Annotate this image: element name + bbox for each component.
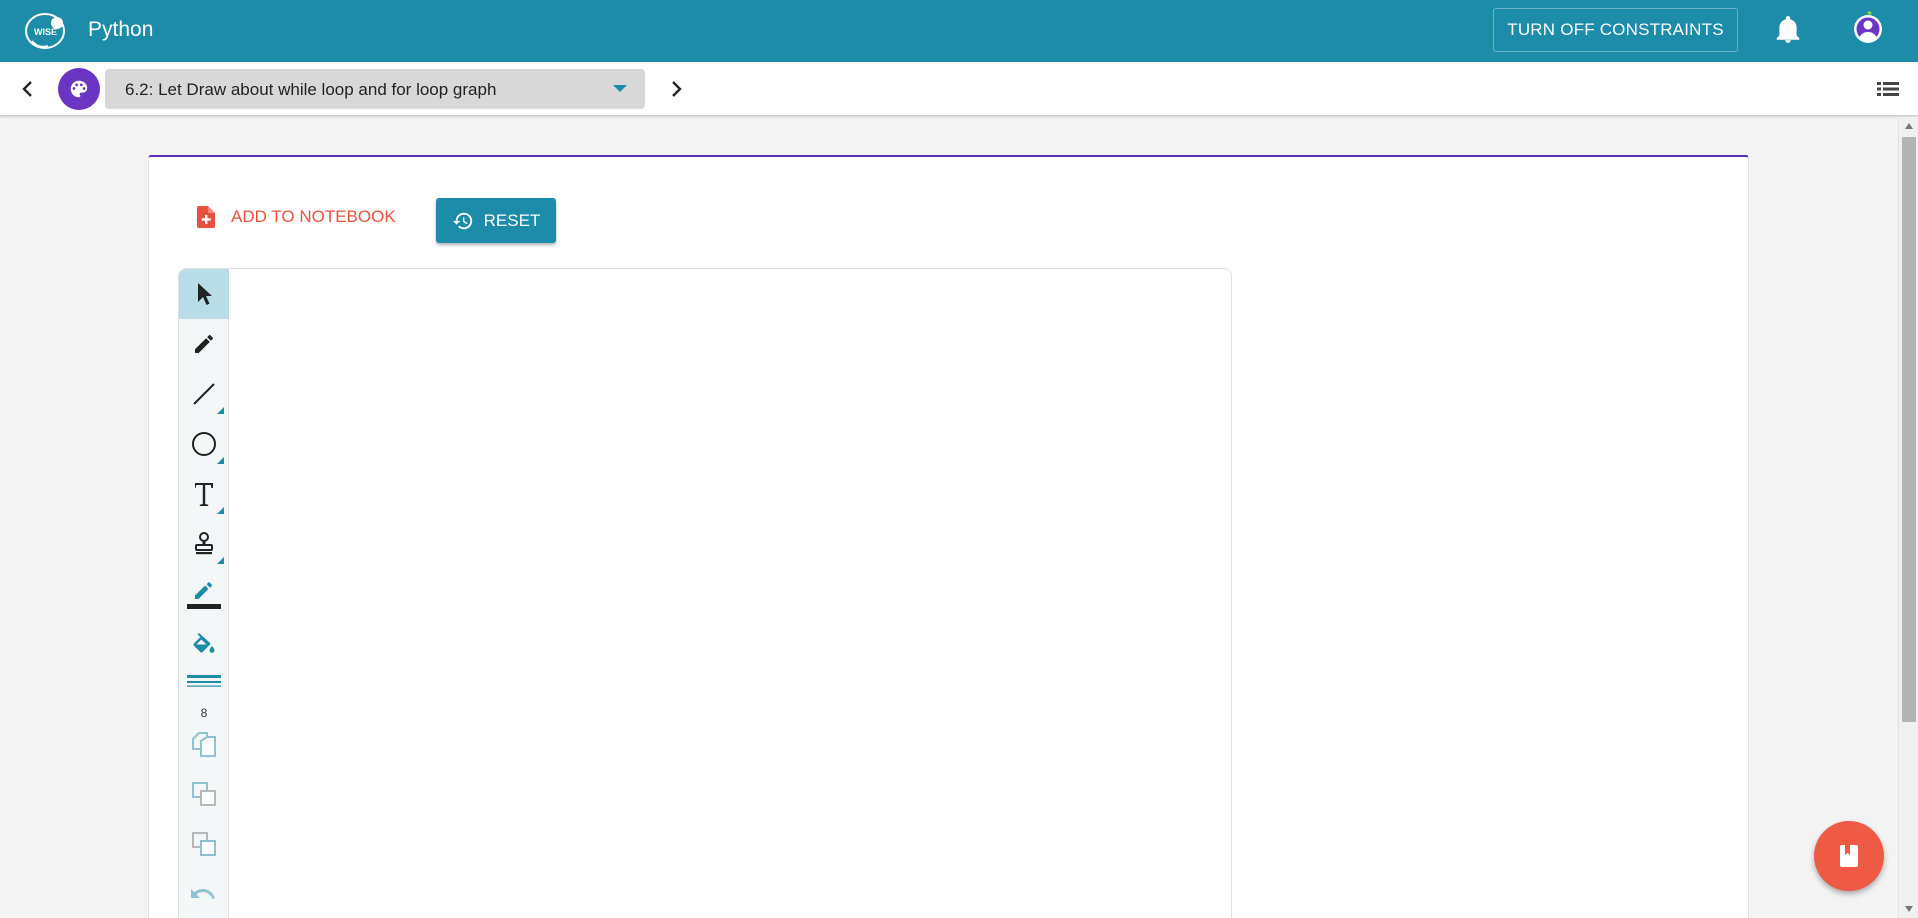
fill-color-tool[interactable] [179, 619, 229, 669]
draw-component-card: ADD TO NOTEBOOK RESET 8 [148, 155, 1749, 918]
bring-front-tool[interactable] [179, 819, 229, 869]
line-tool[interactable] [179, 369, 229, 419]
select-tool[interactable] [179, 269, 229, 319]
stroke-width-icon [187, 675, 221, 687]
text-icon [195, 483, 213, 506]
bring-to-front-icon [192, 832, 216, 856]
pencil-tool[interactable] [179, 319, 229, 369]
account-circle-icon[interactable] [1851, 10, 1885, 46]
step-select[interactable]: 6.2: Let Draw about while loop and for l… [105, 69, 645, 109]
turn-off-constraints-button[interactable]: TURN OFF CONSTRAINTS [1493, 8, 1738, 52]
line-icon [193, 383, 215, 405]
scroll-thumb[interactable] [1902, 137, 1916, 722]
scroll-down-arrow-icon[interactable] [1905, 906, 1913, 912]
clone-icon [192, 732, 216, 757]
dropdown-caret-icon [613, 85, 627, 92]
stamp-tool[interactable] [179, 519, 229, 569]
selected-step-label: 6.2: Let Draw about while loop and for l… [125, 80, 497, 99]
notebook-fab-button[interactable] [1814, 821, 1884, 891]
submenu-corner-icon [217, 557, 224, 564]
drawing-area: 8 [178, 268, 1232, 918]
submenu-corner-icon [217, 457, 224, 464]
page-scrollbar[interactable] [1898, 117, 1918, 918]
pencil-icon [195, 335, 213, 353]
submenu-corner-icon [217, 407, 224, 414]
app-bar: WISE Python TURN OFF CONSTRAINTS [0, 0, 1918, 62]
reset-button[interactable]: RESET [436, 198, 556, 243]
circle-icon [192, 432, 216, 456]
list-icon[interactable] [1875, 77, 1901, 101]
chevron-left-icon[interactable] [16, 76, 40, 102]
stroke-color-tool[interactable] [179, 569, 229, 619]
notebook-icon [1840, 845, 1858, 867]
step-navigation-bar: 6.2: Let Draw about while loop and for l… [0, 62, 1918, 116]
add-to-notebook-label: ADD TO NOTEBOOK [231, 207, 396, 226]
palette-icon [70, 80, 88, 98]
wise-logo-icon[interactable]: WISE [24, 11, 66, 51]
undo-icon [191, 889, 215, 899]
submenu-corner-icon [217, 507, 224, 514]
app-title: Python [88, 18, 154, 41]
circle-tool[interactable] [179, 419, 229, 469]
stroke-width-value: 8 [200, 706, 208, 720]
undo-tool[interactable] [179, 869, 229, 918]
clone-tool[interactable] [179, 719, 229, 769]
chevron-right-icon[interactable] [664, 76, 688, 102]
drawing-canvas[interactable] [230, 269, 1231, 918]
history-icon [452, 212, 472, 229]
scroll-up-arrow-icon[interactable] [1905, 123, 1913, 129]
svg-text:WISE: WISE [34, 27, 57, 37]
step-avatar [58, 68, 100, 110]
stroke-width-tool[interactable]: 8 [179, 669, 229, 720]
draw-toolbar: 8 [179, 269, 229, 918]
paint-bucket-icon [193, 633, 215, 653]
text-tool[interactable] [179, 469, 229, 519]
note-add-icon [197, 206, 215, 228]
stamp-icon [195, 532, 213, 555]
send-to-back-icon [192, 782, 216, 806]
send-back-tool[interactable] [179, 769, 229, 819]
bell-icon[interactable] [1775, 16, 1801, 44]
stroke-color-icon [187, 582, 221, 609]
reset-label: RESET [483, 210, 541, 230]
cursor-arrow-icon [198, 283, 212, 305]
add-to-notebook-button[interactable]: ADD TO NOTEBOOK [197, 199, 396, 235]
